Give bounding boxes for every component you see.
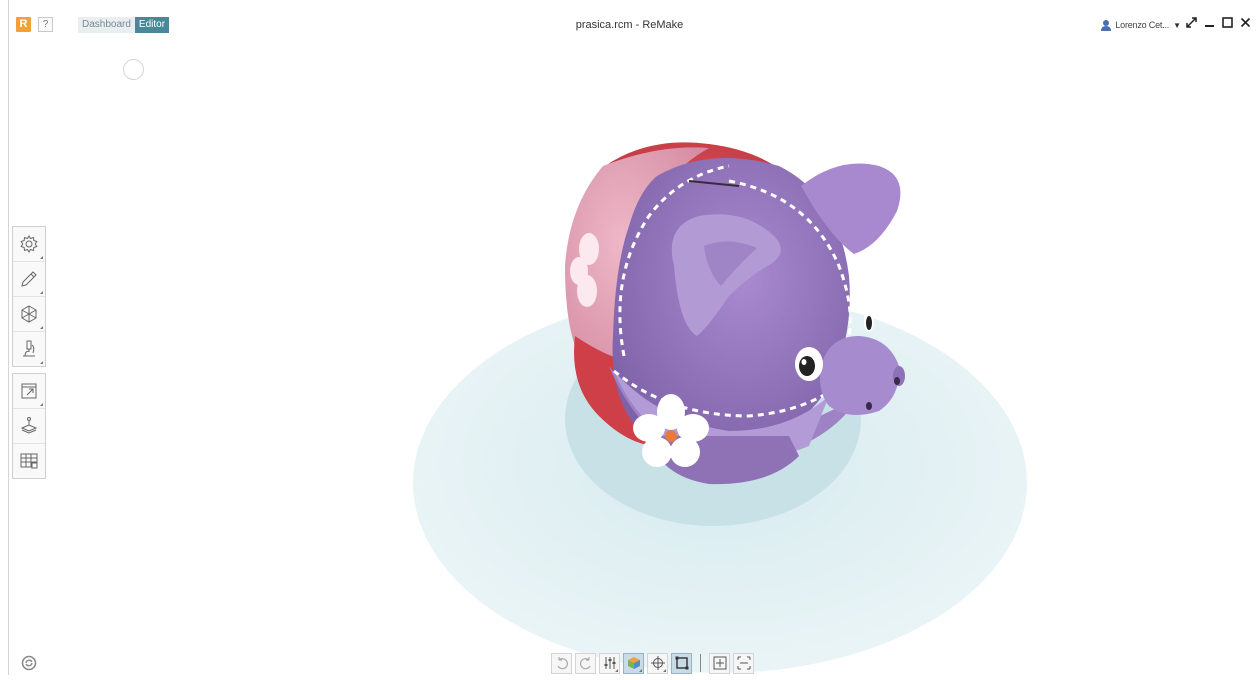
bounding-box-icon[interactable] bbox=[671, 652, 692, 674]
table-icon[interactable] bbox=[13, 444, 45, 478]
tool-group-output bbox=[12, 373, 46, 479]
close-icon[interactable] bbox=[1239, 15, 1251, 29]
user-caret-icon: ▼ bbox=[1173, 20, 1181, 30]
mesh-icon[interactable] bbox=[13, 297, 45, 332]
print-3d-icon[interactable] bbox=[13, 409, 45, 444]
window-title: prasica.rcm - ReMake bbox=[575, 19, 684, 31]
minimize-icon[interactable] bbox=[1203, 15, 1215, 29]
pencil-icon[interactable] bbox=[13, 262, 45, 297]
expand-icon[interactable] bbox=[1185, 15, 1197, 29]
microscope-icon[interactable] bbox=[13, 332, 45, 366]
gear-icon[interactable] bbox=[13, 227, 45, 262]
maximize-icon[interactable] bbox=[1221, 15, 1233, 29]
shaded-cube-icon[interactable] bbox=[623, 652, 644, 674]
3d-viewport[interactable] bbox=[9, 36, 1257, 675]
user-icon bbox=[1101, 20, 1112, 31]
title-bar: R ? Dashboard Editor prasica.rcm - ReMak… bbox=[0, 0, 1259, 34]
toolbar-separator bbox=[700, 654, 701, 672]
frame-icon[interactable] bbox=[733, 652, 754, 674]
sliders-icon[interactable] bbox=[599, 652, 620, 674]
fit-icon[interactable] bbox=[709, 652, 730, 674]
tool-group-main bbox=[12, 226, 46, 367]
user-name: Lorenzo Cet... bbox=[1115, 20, 1170, 30]
left-toolbar bbox=[12, 226, 46, 485]
undo-icon[interactable] bbox=[551, 652, 572, 674]
export-icon[interactable] bbox=[13, 374, 45, 409]
pivot-icon[interactable] bbox=[647, 652, 668, 674]
sync-status-icon[interactable] bbox=[21, 655, 37, 671]
progress-indicator bbox=[123, 59, 144, 80]
window-controls bbox=[1185, 15, 1251, 29]
user-menu[interactable]: Lorenzo Cet... ▼ bbox=[1100, 17, 1181, 33]
model-render[interactable] bbox=[9, 36, 1257, 675]
redo-icon[interactable] bbox=[575, 652, 596, 674]
bottom-toolbar bbox=[551, 652, 754, 674]
